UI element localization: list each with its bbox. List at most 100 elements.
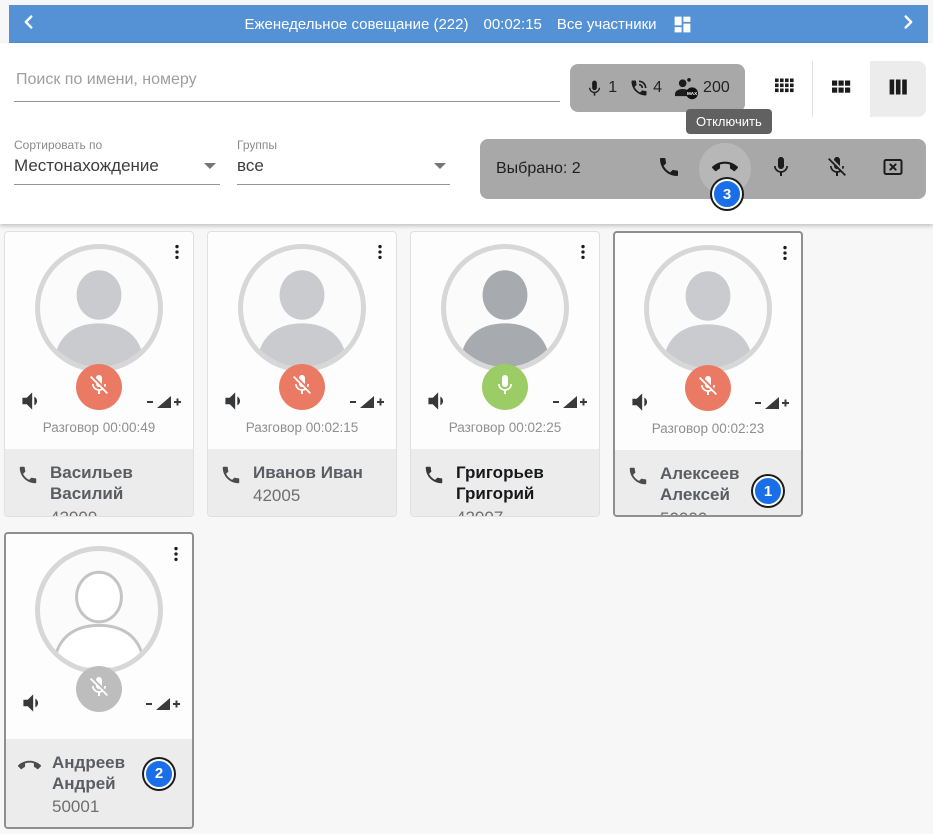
card-menu-button[interactable] — [167, 242, 187, 267]
volume-level-icon — [147, 396, 181, 416]
view-toggle-group — [756, 61, 926, 117]
mic-off-icon — [696, 374, 720, 403]
mute-toggle-button[interactable] — [279, 364, 325, 410]
participant-card[interactable]: Разговор 00:00:49 Васильев Василий 42009 — [4, 231, 194, 517]
dashboard-icon[interactable] — [672, 14, 693, 35]
selection-toolbar-actions — [656, 143, 906, 195]
mic-off-icon — [87, 373, 111, 402]
avatar-area — [208, 242, 396, 414]
sort-select[interactable]: Сортировать по Местонахождение — [14, 138, 220, 185]
mute-selected-button[interactable] — [824, 156, 850, 182]
volume-adjust-control[interactable] — [553, 392, 587, 417]
svg-text:MAX: MAX — [687, 91, 698, 96]
phone-icon — [220, 464, 242, 491]
participant-footer: Васильев Василий 42009 — [5, 449, 193, 517]
hangup-icon — [18, 754, 41, 782]
mute-toggle-button[interactable] — [76, 364, 122, 410]
avatar — [35, 244, 163, 372]
participant-number: 50001 — [52, 797, 100, 816]
groups-select-label: Группы — [237, 138, 277, 152]
call-selected-button[interactable] — [656, 156, 682, 182]
phone-icon — [423, 464, 445, 491]
participant-card-selected[interactable]: Андреев Андрей 50001 2 — [4, 532, 194, 829]
participant-card[interactable]: Разговор 00:02:25 Григорьев Григорий 420… — [410, 231, 600, 517]
groups-select[interactable]: Группы все — [237, 138, 450, 185]
participant-footer: Григорьев Григорий 42007 — [411, 449, 599, 517]
view-medium-grid-button[interactable] — [812, 61, 870, 117]
card-menu-button[interactable] — [775, 243, 795, 268]
phone-icon — [657, 155, 681, 184]
conference-title: Еженедельное совещание (222) — [244, 15, 469, 33]
sort-select-value: Местонахождение — [14, 156, 159, 175]
volume-adjust-control[interactable] — [350, 392, 384, 417]
card-menu-button[interactable] — [573, 242, 593, 267]
grid-medium-icon — [830, 76, 852, 103]
volume-level-icon — [553, 396, 587, 416]
participant-card-selected[interactable]: Разговор 00:02:23 Алексеев Алексей 50000… — [613, 231, 803, 517]
participant-footer: Андреев Андрей 50001 2 — [6, 738, 192, 827]
sort-select-label: Сортировать по — [14, 138, 103, 152]
close-box-icon — [881, 155, 905, 184]
participants-grid: Разговор 00:00:49 Васильев Василий 42009 — [0, 224, 933, 829]
selection-toolbar: Выбрано: 2 — [480, 139, 926, 199]
header-title-group: Еженедельное совещание (222) 00:02:15 Вс… — [49, 14, 888, 35]
volume-icon — [627, 393, 653, 419]
avatar — [644, 245, 772, 373]
volume-adjust-control[interactable] — [147, 392, 181, 417]
participants-mode-label: Все участники — [556, 15, 657, 33]
participant-card[interactable]: Разговор 00:02:15 Иванов Иван 42005 — [207, 231, 397, 517]
chevron-left-icon — [18, 11, 40, 38]
columns-icon — [887, 76, 909, 103]
volume-icon — [220, 392, 246, 418]
avatar-area — [411, 242, 599, 414]
mic-icon — [493, 373, 517, 402]
volume-level-icon — [146, 698, 180, 718]
view-columns-button[interactable] — [870, 61, 926, 117]
phone-icon — [627, 465, 649, 492]
grid-small-icon — [773, 76, 795, 103]
selected-count-label: Выбрано: 2 — [496, 160, 581, 177]
participant-number: 42009 — [50, 507, 98, 517]
mic-off-icon — [825, 155, 849, 184]
more-vert-icon — [167, 244, 187, 266]
phone-in-talk-icon — [629, 78, 649, 98]
groups-select-value: все — [237, 156, 264, 175]
avatar — [238, 244, 366, 372]
control-panel: 1 4 MAX 200 — [0, 43, 933, 224]
mute-toggle-button[interactable] — [685, 365, 731, 411]
unmute-selected-button[interactable] — [768, 156, 794, 182]
mic-icon — [585, 79, 604, 98]
call-status: Разговор 00:02:25 — [448, 420, 562, 435]
chevron-right-icon — [897, 11, 919, 38]
avatar-area — [5, 242, 193, 414]
participant-footer: Иванов Иван 42005 — [208, 449, 396, 516]
volume-adjust-control[interactable] — [755, 393, 789, 418]
participant-number: 42007 — [456, 507, 504, 517]
more-vert-icon — [166, 546, 186, 568]
mics-on-count: 1 — [608, 79, 618, 96]
clear-selection-button[interactable] — [880, 156, 906, 182]
card-menu-button[interactable] — [370, 242, 390, 267]
annotation-badge-1: 1 — [753, 476, 783, 506]
call-status: Разговор 00:02:15 — [245, 420, 359, 435]
speaker-button[interactable] — [423, 388, 449, 419]
more-vert-icon — [370, 244, 390, 266]
search-input[interactable] — [14, 61, 560, 102]
participant-number: 50000 — [660, 509, 778, 516]
call-status: Разговор 00:00:49 — [42, 420, 156, 435]
next-conference-button[interactable] — [888, 5, 928, 43]
speaker-button[interactable] — [17, 388, 43, 419]
prev-conference-button[interactable] — [9, 5, 49, 43]
mute-toggle-button[interactable] — [482, 364, 528, 410]
volume-adjust-control[interactable] — [146, 694, 180, 719]
search-field-wrap — [14, 61, 560, 102]
speaker-button[interactable] — [627, 389, 653, 420]
conference-app: Еженедельное совещание (222) 00:02:15 Вс… — [0, 0, 933, 834]
conference-timer: 00:02:15 — [483, 15, 542, 33]
speaker-button[interactable] — [220, 388, 246, 419]
speaker-button[interactable] — [18, 690, 44, 721]
conference-header: Еженедельное совещание (222) 00:02:15 Вс… — [9, 5, 928, 43]
call-status: Разговор 00:02:23 — [651, 421, 765, 436]
participant-footer: Алексеев Алексей 50000 1 — [615, 450, 801, 516]
card-menu-button[interactable] — [166, 544, 186, 569]
